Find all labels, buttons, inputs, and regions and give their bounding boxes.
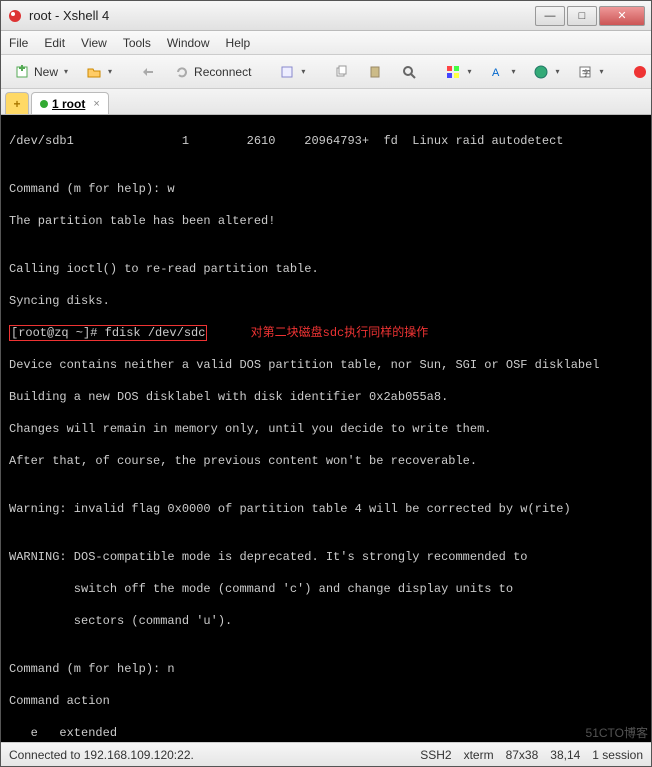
menu-tools[interactable]: Tools xyxy=(123,36,151,50)
highlight-box: [root@zq ~]# fdisk /dev/sdc xyxy=(9,325,207,341)
term-line: Building a new DOS disklabel with disk i… xyxy=(9,389,651,405)
svg-text:字: 字 xyxy=(582,68,590,78)
tabstrip: + 1 root × xyxy=(1,89,651,115)
chevron-down-icon: ▾ xyxy=(108,67,112,76)
status-termtype: xterm xyxy=(464,748,494,762)
new-tab-button[interactable]: + xyxy=(5,92,29,114)
close-button[interactable]: ✕ xyxy=(599,6,645,26)
term-line: Warning: invalid flag 0x0000 of partitio… xyxy=(9,501,651,517)
encoding-button[interactable]: 字▾ xyxy=(570,60,610,84)
term-line: switch off the mode (command 'c') and ch… xyxy=(9,581,651,597)
open-button[interactable]: ▾ xyxy=(79,60,119,84)
status-connection: Connected to 192.168.109.120:22. xyxy=(9,748,194,762)
window-controls: — □ ✕ xyxy=(535,6,645,26)
window-title: root - Xshell 4 xyxy=(29,8,535,23)
term-line: The partition table has been altered! xyxy=(9,213,651,229)
globe-button[interactable]: ▾ xyxy=(526,60,566,84)
menu-file[interactable]: File xyxy=(9,36,28,50)
maximize-button[interactable]: □ xyxy=(567,6,597,26)
palette-icon xyxy=(445,64,461,80)
chevron-down-icon: ▾ xyxy=(555,67,559,76)
font-button[interactable]: A▾ xyxy=(482,60,522,84)
term-line: WARNING: DOS-compatible mode is deprecat… xyxy=(9,549,651,565)
chevron-down-icon: ▾ xyxy=(64,67,68,76)
xftp-icon xyxy=(632,64,648,80)
app-window: root - Xshell 4 — □ ✕ File Edit View Too… xyxy=(0,0,652,767)
menu-window[interactable]: Window xyxy=(167,36,210,50)
copy-icon xyxy=(333,64,349,80)
status-sessions: 1 session xyxy=(592,748,643,762)
term-line: Device contains neither a valid DOS part… xyxy=(9,357,651,373)
globe-icon xyxy=(533,64,549,80)
minimize-button[interactable]: — xyxy=(535,6,565,26)
new-button[interactable]: New ▾ xyxy=(7,60,75,84)
term-line: Calling ioctl() to re-read partition tab… xyxy=(9,261,651,277)
status-protocol: SSH2 xyxy=(420,748,451,762)
term-line: e extended xyxy=(9,725,651,741)
new-icon xyxy=(14,64,30,80)
menu-help[interactable]: Help xyxy=(226,36,251,50)
properties-icon xyxy=(279,64,295,80)
reconnect-button[interactable]: Reconnect xyxy=(167,60,258,84)
properties-button[interactable]: ▾ xyxy=(272,60,312,84)
chevron-down-icon: ▾ xyxy=(599,67,603,76)
term-line: Changes will remain in memory only, unti… xyxy=(9,421,651,437)
statusbar: Connected to 192.168.109.120:22. SSH2 xt… xyxy=(1,742,651,766)
disconnect-button[interactable] xyxy=(133,60,163,84)
term-line: /dev/sdb1 1 2610 20964793+ fd Linux raid… xyxy=(9,133,651,149)
status-size: 87x38 xyxy=(506,748,539,762)
term-line: After that, of course, the previous cont… xyxy=(9,453,651,469)
annotation-text: 对第二块磁盘sdc执行同样的操作 xyxy=(251,326,429,340)
font-icon: A xyxy=(489,64,505,80)
menu-edit[interactable]: Edit xyxy=(44,36,65,50)
paste-button[interactable] xyxy=(360,60,390,84)
connected-icon xyxy=(40,100,48,108)
find-button[interactable] xyxy=(394,60,424,84)
search-icon xyxy=(401,64,417,80)
chevron-down-icon: ▾ xyxy=(467,67,471,76)
xftp-button[interactable] xyxy=(625,60,652,84)
terminal[interactable]: /dev/sdb1 1 2610 20964793+ fd Linux raid… xyxy=(1,115,651,742)
tab-close-button[interactable]: × xyxy=(93,98,99,110)
app-icon xyxy=(7,8,23,24)
tab-label: 1 root xyxy=(52,97,85,111)
paste-icon xyxy=(367,64,383,80)
term-line: Syncing disks. xyxy=(9,293,651,309)
term-line: Command (m for help): n xyxy=(9,661,651,677)
folder-icon xyxy=(86,64,102,80)
status-cursor: 38,14 xyxy=(550,748,580,762)
svg-text:A: A xyxy=(492,67,500,79)
toolbar: New ▾ ▾ Reconnect ▾ ▾ A▾ ▾ 字▾ » xyxy=(1,55,651,89)
copy-button[interactable] xyxy=(326,60,356,84)
tab-1-root[interactable]: 1 root × xyxy=(31,92,109,114)
term-line: sectors (command 'u'). xyxy=(9,613,651,629)
menubar: File Edit View Tools Window Help xyxy=(1,31,651,55)
term-line: Command action xyxy=(9,693,651,709)
term-line: [root@zq ~]# fdisk /dev/sdc 对第二块磁盘sdc执行同… xyxy=(9,325,651,341)
reconnect-label: Reconnect xyxy=(194,65,251,79)
titlebar: root - Xshell 4 — □ ✕ xyxy=(1,1,651,31)
menu-view[interactable]: View xyxy=(81,36,107,50)
disconnect-icon xyxy=(140,64,156,80)
reconnect-icon xyxy=(174,64,190,80)
chevron-down-icon: ▾ xyxy=(301,67,305,76)
encoding-icon: 字 xyxy=(577,64,593,80)
new-label: New xyxy=(34,65,58,79)
color-button[interactable]: ▾ xyxy=(438,60,478,84)
term-line: Command (m for help): w xyxy=(9,181,651,197)
plus-icon: + xyxy=(14,97,21,111)
chevron-down-icon: ▾ xyxy=(511,67,515,76)
